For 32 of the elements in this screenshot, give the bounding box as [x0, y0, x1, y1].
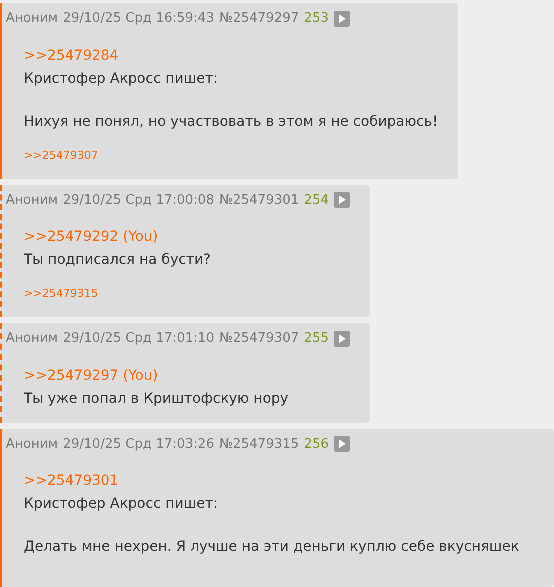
post-index: 255: [304, 330, 329, 348]
post-number[interactable]: №25479315: [219, 434, 300, 454]
reply-link[interactable]: >>25479292 (You): [24, 226, 350, 249]
post-date: 29/10/25 Срд 16:59:43: [63, 10, 214, 28]
post-text: Кристофер Акросс пишет:: [24, 70, 220, 88]
post-number[interactable]: №25479297: [219, 9, 300, 28]
author-name: Аноним: [6, 330, 58, 348]
play-icon[interactable]: [334, 192, 350, 208]
reply-link[interactable]: >>25479297 (You): [24, 364, 350, 388]
post-date: 29/10/25 Срд 17:00:08: [63, 192, 214, 210]
post-number[interactable]: №25479307: [219, 329, 300, 348]
post-text: Нихуя не понял, но участвовать в этом я не собираюсь!: [24, 112, 438, 132]
post-text: Кристофер Акросс пишет:: [24, 495, 220, 514]
post-index: 253: [304, 10, 329, 28]
post-date: 29/10/25 Срд 17:03:26: [63, 436, 214, 454]
post-text: Ты подписался на бусти?: [24, 251, 212, 270]
post-text: Делать мне нехрен. Я лучше на эти деньги куплю себе вкусняшек: [24, 538, 520, 557]
post-date: 29/10/25 Срд 17:01:10: [63, 330, 214, 348]
play-icon[interactable]: [334, 10, 350, 27]
reply-link[interactable]: >>25479301: [24, 470, 534, 493]
post-index: 254: [304, 192, 329, 210]
reply-link[interactable]: >>25479284: [24, 44, 438, 68]
post-text: Ты уже попал в Криштофскую нору: [24, 390, 290, 408]
play-icon[interactable]: [334, 330, 350, 347]
post-number[interactable]: №25479301: [219, 190, 300, 210]
post-index: 256: [304, 436, 329, 454]
backlink[interactable]: >>25479315: [24, 282, 98, 305]
play-icon[interactable]: [334, 436, 350, 452]
author-name: Аноним: [6, 192, 58, 210]
backlink[interactable]: >>25479307: [24, 144, 98, 166]
author-name: Аноним: [6, 10, 58, 28]
author-name: Аноним: [6, 436, 58, 454]
